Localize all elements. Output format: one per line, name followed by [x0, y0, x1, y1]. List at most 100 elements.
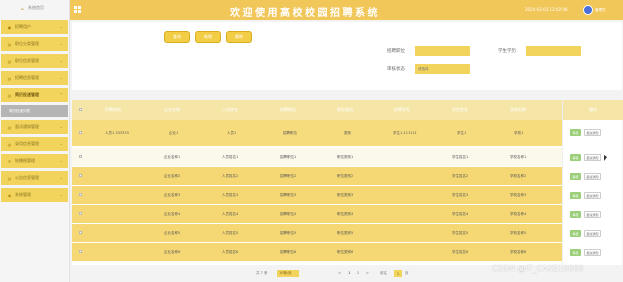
education-input[interactable]	[526, 46, 581, 56]
select-all-checkbox[interactable]	[79, 108, 82, 111]
page-size-select[interactable]: 10条/页	[277, 270, 299, 277]
interview-notice-button[interactable]: 面试通知	[584, 129, 601, 136]
table-cell: 企业名称4	[164, 212, 181, 216]
delete-button[interactable]: 删除	[226, 31, 252, 43]
table-cell: 企业名称1	[164, 155, 181, 159]
sidebar-item-label: 招聘用户	[15, 24, 31, 29]
sidebar-item-2[interactable]: ▤ 职位信息管理 ⌄	[1, 54, 68, 68]
prev-page-button[interactable]: <	[338, 271, 341, 275]
interview-notice-button[interactable]: 面试通知	[584, 211, 601, 218]
table-row[interactable]: 企业名称2 人员姓名2 招聘职位2 职位类别2 学生姓名2 学校名称2	[72, 167, 622, 185]
chevron-down-icon: ⌄	[59, 192, 63, 197]
sidebar-item-label: 轮播图管理	[15, 158, 35, 163]
row-checkbox[interactable]	[79, 174, 82, 177]
mouse-cursor-icon	[604, 155, 607, 161]
status-select[interactable]	[415, 64, 470, 74]
table-cell: 类别	[344, 131, 351, 135]
field-label-education: 学生学历	[498, 49, 516, 54]
table-row[interactable]: 企业名称4 人员姓名4 招聘职位4 职位类别4 学生姓名4 学校名称4	[72, 205, 622, 223]
doc-icon: ▤	[7, 58, 12, 64]
audit-button[interactable]: 审核	[570, 129, 581, 136]
sidebar-subitem-resume-list[interactable]: 简历投递列表	[1, 105, 68, 117]
goto-page-input[interactable]: 1	[394, 270, 402, 277]
interview-notice-button[interactable]: 面试通知	[584, 154, 601, 161]
table-cell: 学生姓名2	[452, 174, 469, 178]
chevron-down-icon: ⌄	[59, 124, 63, 129]
next-page-button[interactable]: >	[366, 271, 369, 275]
interview-notice-button[interactable]: 面试通知	[584, 192, 601, 199]
search-button[interactable]: 查询	[164, 31, 190, 43]
row-checkbox[interactable]	[79, 131, 82, 134]
table-cell: 职位类别4	[337, 212, 354, 216]
table-cell: 学校名称4	[510, 212, 527, 216]
audit-button[interactable]: 审核	[570, 154, 581, 161]
sidebar-item-label: 录用信息管理	[15, 141, 39, 146]
doc-icon: ▤	[7, 92, 12, 98]
avatar[interactable]	[583, 5, 593, 15]
audit-button[interactable]: 审核	[570, 230, 581, 237]
page-2-button[interactable]: 2	[357, 271, 359, 275]
table-cell: 企业1	[169, 131, 179, 135]
doc-icon: ▤	[7, 75, 12, 81]
sidebar-home[interactable]: ⌂ 系统首页	[0, 0, 69, 16]
table-cell: 企业名称6	[164, 250, 181, 254]
row-checkbox[interactable]	[79, 231, 82, 234]
menu-grid-icon[interactable]	[74, 6, 81, 13]
sidebar-item-0[interactable]: ● 招聘用户 ⌄	[1, 20, 68, 34]
row-checkbox[interactable]	[79, 193, 82, 196]
table-row[interactable]: 企业名称5 人员姓名5 招聘职位5 职位类别5 学生姓名5 学校名称5	[72, 224, 622, 242]
sidebar-item-7[interactable]: ✲ 轮播图管理 ⌄	[1, 154, 68, 168]
sidebar-item-3[interactable]: ▤ 招聘信息管理 ⌄	[1, 71, 68, 85]
table-row[interactable]: 企业名称3 人员姓名3 招聘职位3 职位类别3 学生姓名3 学校名称3	[72, 186, 622, 204]
table-cell: 学生姓名5	[452, 231, 469, 235]
goto-label: 前往	[380, 271, 387, 275]
table-cell: 招聘职位3	[280, 193, 297, 197]
row-checkbox[interactable]	[79, 155, 82, 158]
audit-button[interactable]: 审核	[570, 249, 581, 256]
sidebar-item-1[interactable]: ▤ 职位分类管理 ⌄	[1, 37, 68, 51]
table-cell: 招聘职位5	[280, 231, 297, 235]
page-1-button[interactable]: 1	[348, 271, 350, 275]
sidebar-item-label: 职位信息管理	[15, 58, 39, 63]
table-cell: 企业名称3	[164, 193, 181, 197]
sidebar-item-label: 面试通知管理	[15, 124, 39, 129]
sidebar-item-5[interactable]: ▤ 面试通知管理 ⌄	[1, 120, 68, 134]
sidebar-item-label: 职位分类管理	[15, 41, 39, 46]
row-checkbox[interactable]	[79, 212, 82, 215]
table-cell: 学校名称1	[510, 155, 527, 159]
table-row[interactable]: 企业名称1 人员姓名1 招聘职位1 职位类别1 学生姓名1 学校名称1	[72, 148, 622, 166]
table-cell: 学生姓名6	[452, 250, 469, 254]
row-checkbox[interactable]	[79, 250, 82, 253]
table-cell: 人员1-333333	[105, 131, 129, 135]
sidebar-item-label: 公告信息管理	[15, 175, 39, 180]
sidebar-item-6[interactable]: ▤ 录用信息管理 ⌄	[1, 137, 68, 151]
table-cell: 学校1	[514, 131, 524, 135]
datetime: 2024-03-03 12:02:08	[525, 7, 568, 12]
position-input[interactable]	[415, 46, 470, 56]
operations-column: 操作 审核 面试通知 审核 面试通知 审核 面试通知 审核 面试通知 审核 面试…	[562, 100, 623, 265]
audit-button[interactable]: 审核	[570, 192, 581, 199]
table-cell: 人员1	[227, 131, 237, 135]
table-row[interactable]: 人员1-333333 企业1 人员1 招聘职位 类别 学生1-111111 学生…	[72, 120, 622, 146]
doc-icon: ▤	[7, 124, 12, 130]
interview-notice-button[interactable]: 面试通知	[584, 249, 601, 256]
page-unit-label: 页	[405, 271, 409, 275]
chevron-down-icon: ⌄	[59, 175, 63, 180]
add-button[interactable]: 新增	[195, 31, 221, 43]
operations-header: 操作	[563, 100, 623, 120]
interview-notice-button[interactable]: 面试通知	[584, 230, 601, 237]
sidebar-item-8[interactable]: ▤ 公告信息管理 ⌄	[1, 171, 68, 185]
username[interactable]: 管理员	[595, 8, 606, 13]
chevron-up-icon: ⌃	[59, 92, 63, 97]
field-label-position: 招聘职位	[387, 49, 405, 54]
audit-button[interactable]: 审核	[570, 173, 581, 180]
table-cell: 职位类别2	[337, 174, 354, 178]
audit-button[interactable]: 审核	[570, 211, 581, 218]
table-cell: 招聘职位	[283, 131, 297, 135]
sidebar-item-9[interactable]: ◆ 系统管理 ⌄	[1, 188, 68, 202]
interview-notice-button[interactable]: 面试通知	[584, 173, 601, 180]
sidebar-item-4[interactable]: ▤ 简历投递管理 ⌃	[1, 88, 68, 102]
column-header: 招聘学校	[105, 107, 121, 112]
table-row[interactable]: 企业名称6 人员姓名6 招聘职位6 职位类别6 学生姓名6 学校名称6	[72, 243, 622, 261]
column-header: 招聘职位	[280, 107, 296, 112]
